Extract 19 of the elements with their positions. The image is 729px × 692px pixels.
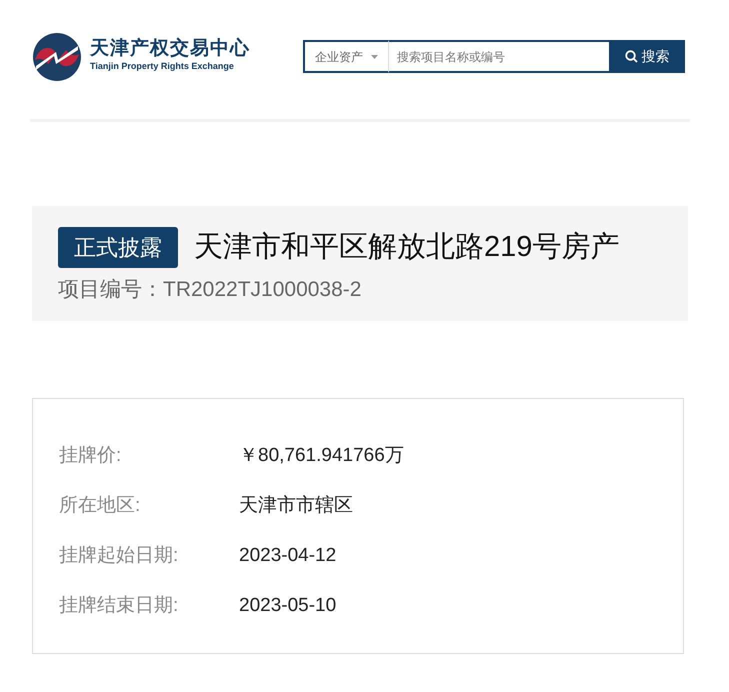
search-field[interactable]: 搜索项目名称或编号 <box>389 40 609 73</box>
category-dropdown[interactable]: 企业资产 <box>303 40 389 73</box>
logo-subtitle: Tianjin Property Rights Exchange <box>90 60 235 74</box>
field-label: 挂牌结束日期: <box>59 594 180 618</box>
field-label: 所在地区: <box>59 494 142 518</box>
search-button[interactable]: 搜索 <box>609 40 685 73</box>
caret-icon <box>371 54 378 58</box>
status-badge: 正式披露 <box>58 227 178 268</box>
field-label: 挂牌价: <box>59 444 122 468</box>
field-value: 2023-04-12 <box>239 544 336 568</box>
logo-icon <box>32 32 82 82</box>
project-code: 项目编号：TR2022TJ1000038-2 <box>58 276 362 302</box>
field-label: 挂牌起始日期: <box>59 544 180 568</box>
field-value: ￥80,761.941766万 <box>239 444 404 468</box>
project-title: 天津市和平区解放北路219号房产 <box>194 230 620 265</box>
field-value: 2023-05-10 <box>239 594 336 618</box>
logo-title: 天津产权交易中心 <box>90 39 250 60</box>
field-value: 天津市市辖区 <box>239 494 353 518</box>
search-icon <box>624 50 638 63</box>
